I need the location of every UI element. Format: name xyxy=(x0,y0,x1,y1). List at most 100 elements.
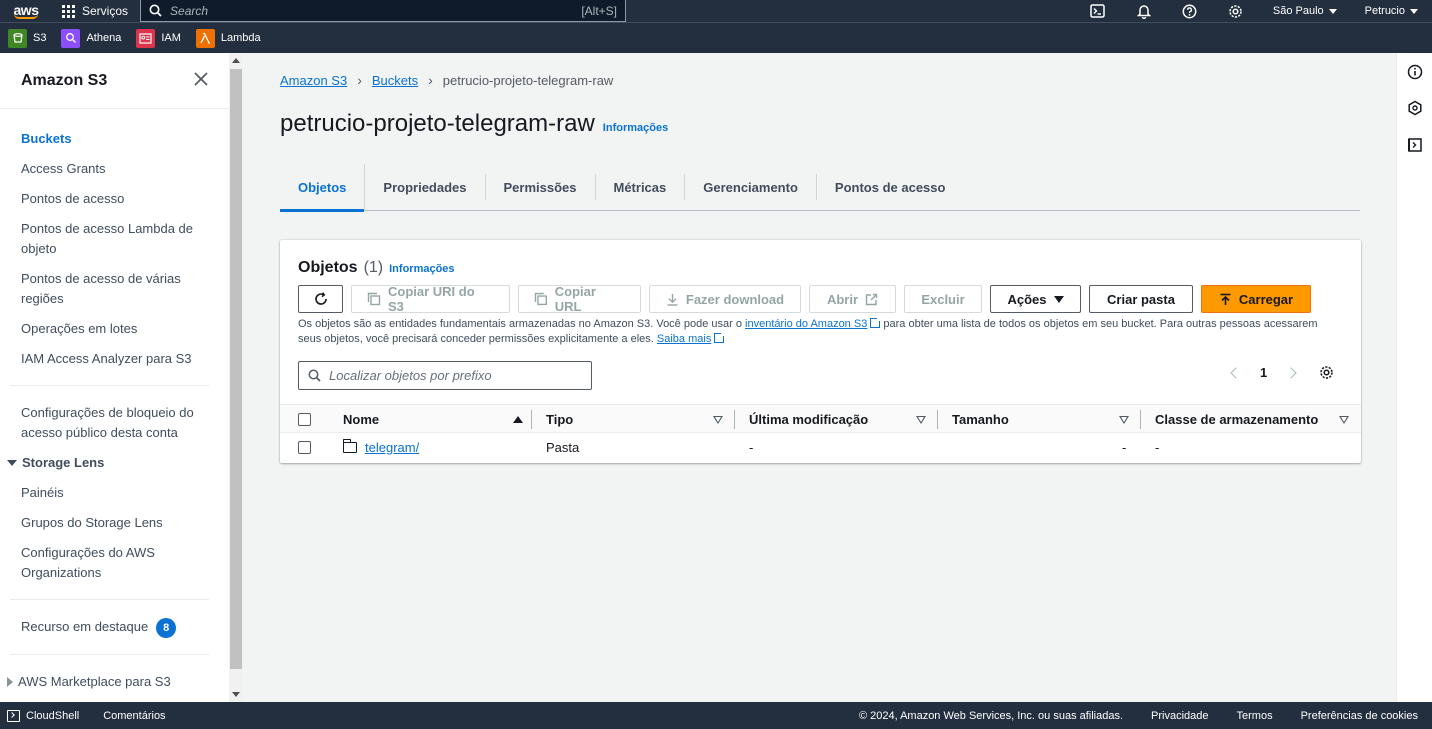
region-selector[interactable]: São Paulo xyxy=(1259,5,1351,17)
help-button[interactable] xyxy=(1167,4,1213,19)
services-label: Serviços xyxy=(82,4,129,18)
account-menu[interactable]: Petrucio xyxy=(1351,5,1432,17)
sidebar-item-storage-lens-groups[interactable]: Grupos do Storage Lens xyxy=(0,510,229,536)
breadcrumb-amazon-s3[interactable]: Amazon S3 xyxy=(280,73,347,88)
sidebar-item-lambda-access-points[interactable]: Pontos de acesso Lambda de objeto xyxy=(0,216,229,262)
hexagon-icon[interactable] xyxy=(1407,100,1423,116)
prefix-search-input[interactable]: Localizar objetos por prefixo xyxy=(298,361,592,390)
refresh-button[interactable] xyxy=(298,285,343,313)
column-divider[interactable] xyxy=(734,410,735,429)
select-all-checkbox[interactable] xyxy=(298,413,311,426)
button-label: Fazer download xyxy=(685,291,785,307)
tab-metrics[interactable]: Métricas xyxy=(596,174,686,200)
settings-button[interactable] xyxy=(1213,4,1259,19)
sidebar-item-batch-operations[interactable]: Operações em lotes xyxy=(0,316,229,342)
info-icon[interactable] xyxy=(1407,64,1423,80)
tab-permissions[interactable]: Permissões xyxy=(486,174,596,200)
favorite-athena[interactable]: Athena xyxy=(61,28,122,48)
column-type[interactable]: Tipo xyxy=(546,405,723,434)
cookie-preferences-link[interactable]: Preferências de cookies xyxy=(1301,710,1418,722)
info-link[interactable]: Informações xyxy=(389,263,454,275)
cloudshell-button[interactable] xyxy=(1075,4,1121,18)
sidebar-section-marketplace[interactable]: AWS Marketplace para S3 xyxy=(0,669,229,695)
cloudshell-icon xyxy=(7,709,20,722)
caret-down-icon xyxy=(1328,8,1337,14)
download-button[interactable]: Fazer download xyxy=(649,285,801,313)
sidebar-item-iam-access-analyzer[interactable]: IAM Access Analyzer para S3 xyxy=(0,346,229,372)
tab-properties[interactable]: Propriedades xyxy=(365,174,486,200)
copy-s3-uri-button[interactable]: Copiar URI do S3 xyxy=(351,284,510,314)
divider xyxy=(10,599,209,600)
column-size[interactable]: Tamanho xyxy=(952,405,1129,434)
column-name[interactable]: Nome xyxy=(343,405,523,434)
side-navigation: Amazon S3 Buckets Access Grants Pontos d… xyxy=(0,53,229,702)
terms-link[interactable]: Termos xyxy=(1237,710,1273,722)
copy-url-button[interactable]: Copiar URL xyxy=(518,284,641,314)
global-search-input[interactable]: Search [Alt+S] xyxy=(140,0,627,22)
scrollbar-thumb[interactable] xyxy=(230,69,242,669)
search-shortcut: [Alt+S] xyxy=(581,3,618,18)
delete-button[interactable]: Excluir xyxy=(904,285,982,313)
feedback-link[interactable]: Comentários xyxy=(103,710,165,722)
sidebar-item-organizations-settings[interactable]: Configurações do AWS Organizations xyxy=(0,540,229,586)
tab-management[interactable]: Gerenciamento xyxy=(685,174,817,200)
create-folder-button[interactable]: Criar pasta xyxy=(1089,285,1193,313)
sidebar-item-block-public-access[interactable]: Configurações de bloqueio do acesso públ… xyxy=(0,400,229,446)
breadcrumb-current: petrucio-projeto-telegram-raw xyxy=(442,72,614,88)
right-tools-rail xyxy=(1396,53,1432,702)
upload-button[interactable]: Carregar xyxy=(1201,285,1311,313)
favorite-iam[interactable]: IAM xyxy=(136,28,181,48)
objects-count: (1) xyxy=(363,259,384,276)
account-label: Petrucio xyxy=(1364,5,1405,17)
panel-icon[interactable] xyxy=(1407,137,1423,153)
row-checkbox[interactable] xyxy=(298,441,311,454)
object-link[interactable]: telegram/ xyxy=(365,440,419,455)
column-label: Classe de armazenamento xyxy=(1155,412,1319,427)
object-storage-class: - xyxy=(1155,439,1160,455)
favorite-label: Lambda xyxy=(220,32,261,44)
sidebar-title[interactable]: Amazon S3 xyxy=(21,72,107,90)
favorite-s3[interactable]: S3 xyxy=(8,28,46,48)
current-page[interactable]: 1 xyxy=(1260,365,1267,380)
search-placeholder: Localizar objetos por prefixo xyxy=(329,368,492,383)
sidebar-item-buckets[interactable]: Buckets xyxy=(0,126,229,152)
sidebar-section-storage-lens[interactable]: Storage Lens xyxy=(0,450,229,476)
favorites-bar: S3 Athena IAM Lambda xyxy=(0,22,1432,53)
learn-more-link[interactable]: Saiba mais xyxy=(657,333,711,345)
sidebar-item-dashboards[interactable]: Painéis xyxy=(0,480,229,506)
gear-icon[interactable] xyxy=(1319,365,1334,380)
column-divider[interactable] xyxy=(531,410,532,429)
column-divider[interactable] xyxy=(1140,410,1141,429)
column-divider[interactable] xyxy=(937,410,938,429)
scroll-down-icon[interactable] xyxy=(232,692,240,697)
services-menu-button[interactable]: Serviços xyxy=(62,4,128,18)
inventory-link[interactable]: inventário do Amazon S3 xyxy=(745,318,867,330)
info-link[interactable]: Informações xyxy=(603,122,668,134)
actions-dropdown[interactable]: Ações xyxy=(990,285,1081,313)
sidebar-scrollbar[interactable] xyxy=(229,53,243,702)
column-last-modified[interactable]: Última modificação xyxy=(749,405,926,434)
scroll-up-icon[interactable] xyxy=(232,58,240,63)
notifications-button[interactable] xyxy=(1121,4,1167,19)
chevron-right-icon: › xyxy=(428,72,433,88)
open-button[interactable]: Abrir xyxy=(809,285,896,313)
breadcrumb-buckets[interactable]: Buckets xyxy=(372,73,418,88)
favorite-lambda[interactable]: Lambda xyxy=(195,28,261,48)
sidebar-item-access-grants[interactable]: Access Grants xyxy=(0,156,229,182)
sidebar-item-featured[interactable]: Recurso em destaque 8 xyxy=(0,614,229,641)
button-label: Copiar URI do S3 xyxy=(387,284,475,314)
divider xyxy=(10,385,209,386)
chevron-right-icon[interactable] xyxy=(1285,366,1297,379)
tab-access-points[interactable]: Pontos de acesso xyxy=(817,174,964,200)
aws-logo[interactable]: aws xyxy=(0,0,46,22)
grid-icon xyxy=(62,4,75,18)
sidebar-item-multi-region-access-points[interactable]: Pontos de acesso de várias regiões xyxy=(0,266,229,312)
close-icon[interactable] xyxy=(194,69,208,92)
cloudshell-link[interactable]: CloudShell xyxy=(26,710,79,722)
sidebar-item-access-points[interactable]: Pontos de acesso xyxy=(0,186,229,212)
favorite-label: Athena xyxy=(86,32,122,44)
column-storage-class[interactable]: Classe de armazenamento xyxy=(1155,405,1349,434)
tab-objects[interactable]: Objetos xyxy=(280,163,366,212)
chevron-left-icon[interactable] xyxy=(1230,366,1242,379)
privacy-link[interactable]: Privacidade xyxy=(1151,710,1208,722)
